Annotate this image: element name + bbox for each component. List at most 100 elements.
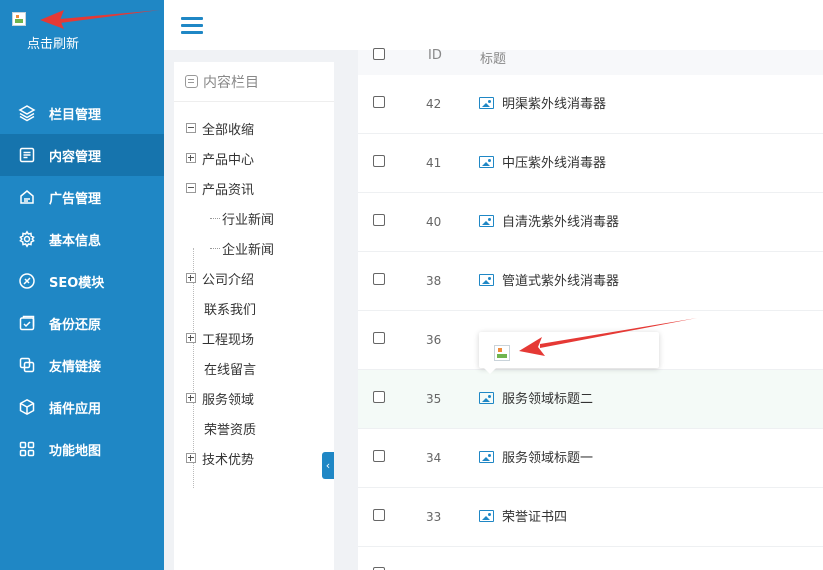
tree-item-tech-advantage[interactable]: 技术优势 <box>186 448 254 468</box>
plus-icon[interactable] <box>186 153 196 163</box>
category-tree-panel: 内容栏目 全部收缩 产品中心 产品资讯 行业新闻 企业新闻 公司介绍 联系我们 <box>174 62 334 570</box>
row-title[interactable]: 自清洗紫外线消毒器 <box>502 193 619 252</box>
tree-item-industry-news[interactable]: 行业新闻 <box>210 208 274 228</box>
image-icon[interactable] <box>479 451 494 463</box>
row-checkbox[interactable] <box>373 214 385 226</box>
table-row[interactable]: 40 自清洗紫外线消毒器 <box>358 193 823 252</box>
image-icon[interactable] <box>479 156 494 168</box>
plus-icon[interactable] <box>186 393 196 403</box>
image-icon[interactable] <box>479 392 494 404</box>
top-bar <box>164 0 823 50</box>
tree-connector <box>210 217 220 219</box>
row-id: 36 <box>426 333 442 347</box>
sidebar-item-column-management[interactable]: 栏目管理 <box>0 92 164 134</box>
tree-item-label: 产品资讯 <box>202 182 255 198</box>
row-id: 40 <box>426 215 442 229</box>
table-row[interactable]: 38 管道式紫外线消毒器 <box>358 252 823 311</box>
plus-icon[interactable] <box>186 333 196 343</box>
tree-item-label: 产品中心 <box>202 152 255 168</box>
table-row[interactable]: 41 中压紫外线消毒器 <box>358 134 823 193</box>
tree-item-company-news[interactable]: 企业新闻 <box>210 238 274 258</box>
layers-icon <box>18 104 36 122</box>
sidebar-item-basic-info[interactable]: 基本信息 <box>0 218 164 260</box>
sidebar-item-label: 友情链接 <box>49 359 102 375</box>
select-all-checkbox[interactable] <box>373 48 385 60</box>
backup-icon <box>18 314 36 332</box>
link-icon <box>18 356 36 374</box>
sidebar: 点击刷新 栏目管理 内容管理 广告管理 基本信息 SEO模块 备份还原 友情链接… <box>0 0 164 570</box>
table-row[interactable]: 33 荣誉证书四 <box>358 488 823 547</box>
broken-image-icon <box>12 12 26 26</box>
row-checkbox[interactable] <box>373 96 385 108</box>
refresh-label[interactable]: 点击刷新 <box>27 33 79 52</box>
table-row[interactable] <box>358 547 823 570</box>
tree-item-contact-us[interactable]: 联系我们 <box>204 298 256 318</box>
tree-item-label: 联系我们 <box>204 302 257 318</box>
tree-item-label: 全部收缩 <box>202 122 255 138</box>
menu-toggle-icon[interactable] <box>181 17 203 35</box>
sidebar-item-content-management[interactable]: 内容管理 <box>0 134 164 176</box>
row-id: 34 <box>426 451 442 465</box>
sidebar-item-label: 插件应用 <box>49 401 102 417</box>
sidebar-item-function-map[interactable]: 功能地图 <box>0 428 164 470</box>
image-icon[interactable] <box>479 215 494 227</box>
logo-area[interactable]: 点击刷新 <box>0 0 164 60</box>
row-checkbox[interactable] <box>373 273 385 285</box>
column-header-id: ID <box>428 48 442 63</box>
row-title[interactable]: 明渠紫外线消毒器 <box>502 75 606 134</box>
row-title[interactable]: 管道式紫外线消毒器 <box>502 252 619 311</box>
tree-item-service-field[interactable]: 服务领域 <box>186 388 254 408</box>
sidebar-item-seo[interactable]: SEO模块 <box>0 260 164 302</box>
tree-item-product-news[interactable]: 产品资讯 <box>186 178 254 198</box>
tree-item-company-intro[interactable]: 公司介绍 <box>186 268 254 288</box>
table-row[interactable]: 34 服务领域标题一 <box>358 429 823 488</box>
grid-icon <box>18 440 36 458</box>
collapse-panel-button[interactable]: ‹ <box>322 452 334 479</box>
row-checkbox[interactable] <box>373 450 385 462</box>
row-checkbox[interactable] <box>373 391 385 403</box>
table-row[interactable]: 42 明渠紫外线消毒器 <box>358 75 823 134</box>
seo-icon <box>18 272 36 290</box>
row-checkbox[interactable] <box>373 332 385 344</box>
row-title[interactable]: 荣誉证书四 <box>502 488 567 547</box>
tree-item-project-site[interactable]: 工程现场 <box>186 328 254 348</box>
row-checkbox[interactable] <box>373 509 385 521</box>
sidebar-item-label: 内容管理 <box>49 149 102 165</box>
tree-item-label: 公司介绍 <box>202 272 255 288</box>
sidebar-item-label: 备份还原 <box>49 317 102 333</box>
tree-item-honors[interactable]: 荣誉资质 <box>204 418 256 438</box>
sidebar-item-label: SEO模块 <box>49 275 105 291</box>
row-title[interactable]: 服务领域标题二 <box>502 370 593 429</box>
row-title[interactable]: 服务领域标题一 <box>502 429 593 488</box>
sidebar-item-ad-management[interactable]: 广告管理 <box>0 176 164 218</box>
ad-icon <box>18 188 36 206</box>
cube-icon <box>18 398 36 416</box>
minus-icon[interactable] <box>186 123 196 133</box>
tree-item-online-message[interactable]: 在线留言 <box>204 358 256 378</box>
sidebar-item-friend-links[interactable]: 友情链接 <box>0 344 164 386</box>
plus-icon[interactable] <box>186 453 196 463</box>
tree-item-collapse-all[interactable]: 全部收缩 <box>186 118 254 138</box>
table-row[interactable]: 35 服务领域标题二 <box>358 370 823 429</box>
row-id: 38 <box>426 274 442 288</box>
row-id: 42 <box>426 97 442 111</box>
sidebar-item-label: 功能地图 <box>49 443 102 459</box>
image-preview-popup <box>479 332 659 374</box>
row-checkbox[interactable] <box>373 155 385 167</box>
tree-item-label: 在线留言 <box>204 362 257 378</box>
image-icon[interactable] <box>479 97 494 109</box>
tree-item-label: 行业新闻 <box>222 212 275 228</box>
tree-item-product-center[interactable]: 产品中心 <box>186 148 254 168</box>
plus-icon[interactable] <box>186 273 196 283</box>
tree-item-label: 工程现场 <box>202 332 255 348</box>
chevron-left-icon: ‹ <box>325 459 331 472</box>
document-icon <box>185 75 198 88</box>
image-icon[interactable] <box>479 510 494 522</box>
sidebar-item-label: 广告管理 <box>49 191 102 207</box>
sidebar-item-plugins[interactable]: 插件应用 <box>0 386 164 428</box>
row-title[interactable]: 中压紫外线消毒器 <box>502 134 606 193</box>
row-id: 41 <box>426 156 442 170</box>
sidebar-item-backup[interactable]: 备份还原 <box>0 302 164 344</box>
image-icon[interactable] <box>479 274 494 286</box>
minus-icon[interactable] <box>186 183 196 193</box>
